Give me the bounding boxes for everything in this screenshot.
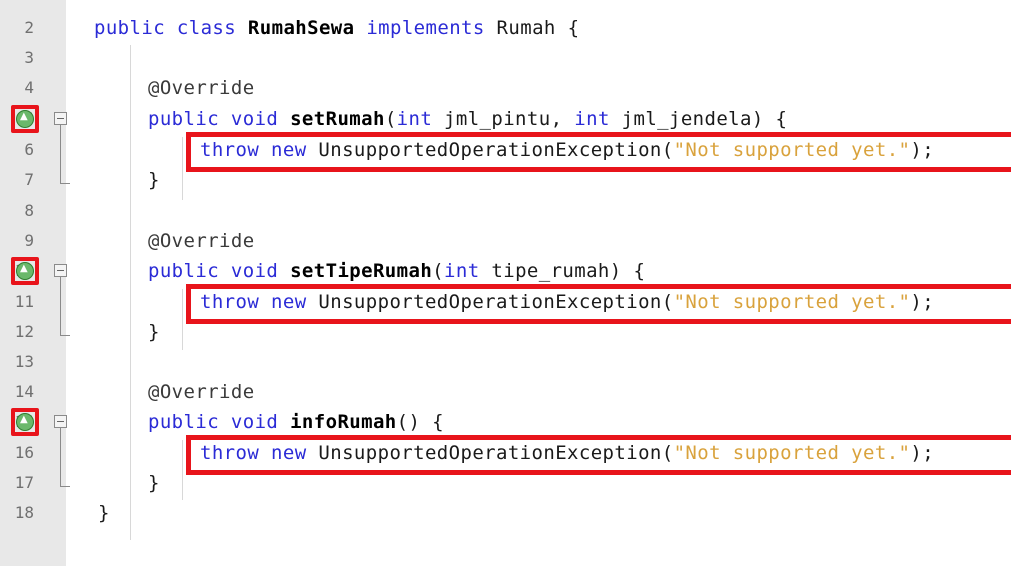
indent-guide (182, 440, 183, 500)
keyword-token: class (176, 17, 237, 39)
code-line[interactable]: 13 (0, 349, 1011, 379)
keyword-token: public (148, 108, 220, 130)
code-token: } (98, 502, 110, 524)
fold-toggle-icon[interactable] (54, 264, 67, 277)
keyword-token: public (148, 260, 220, 282)
line-number: 11 (14, 292, 34, 311)
code-line[interactable]: 2 public class RumahSewa implements Rumah… (0, 15, 1011, 45)
code-token: setRumah (278, 108, 385, 130)
line-number: 13 (14, 352, 34, 371)
indent-guide (130, 45, 131, 540)
code-token: jml_pintu, (432, 108, 575, 130)
line-number: 16 (14, 443, 34, 462)
line-number: 8 (24, 201, 34, 220)
code-token: } (148, 321, 160, 343)
code-token: infoRumah (278, 411, 397, 433)
line-number: 9 (24, 231, 34, 250)
keyword-token: int (574, 108, 610, 130)
code-highlight-box (186, 132, 1011, 172)
keyword-token: void (230, 411, 279, 433)
code-text: } (148, 169, 160, 191)
code-highlight-box (186, 284, 1011, 324)
keyword-token: void (230, 108, 279, 130)
keyword-token: int (444, 260, 480, 282)
code-text: } (148, 321, 160, 343)
code-line[interactable]: 4 @Override (0, 75, 1011, 105)
indent-guide (182, 137, 183, 200)
code-text: @Override (148, 381, 255, 403)
code-line[interactable]: 14 @Override (0, 379, 1011, 409)
fold-end-marker (60, 486, 70, 487)
indent-guide (182, 289, 183, 350)
fold-range-line (60, 277, 61, 335)
code-text: @Override (148, 230, 255, 252)
line-number: 12 (14, 322, 34, 341)
keyword-token: public (94, 17, 166, 39)
code-token: Rumah { (484, 17, 580, 39)
code-text: @Override (148, 77, 255, 99)
code-token: } (148, 472, 160, 494)
code-text: public void infoRumah() { (148, 411, 444, 433)
fold-toggle-icon[interactable] (54, 112, 67, 125)
code-text: public void setTipeRumah(int tipe_rumah)… (148, 260, 645, 282)
line-number: 7 (24, 170, 34, 189)
line-number: 2 (24, 18, 34, 37)
fold-range-line (60, 125, 61, 183)
code-token: setTipeRumah (278, 260, 433, 282)
code-text: public class RumahSewa implements Rumah … (94, 17, 579, 39)
line-number: 18 (14, 503, 34, 522)
code-token: () { (396, 411, 444, 433)
fold-end-marker (60, 335, 70, 336)
line-number: 14 (14, 382, 34, 401)
marker-highlight-box (11, 257, 39, 285)
code-line[interactable]: 3 (0, 45, 1011, 75)
marker-highlight-box (11, 105, 39, 133)
code-token: @Override (148, 381, 255, 403)
code-token: @Override (148, 230, 255, 252)
code-token: tipe_rumah) { (479, 260, 646, 282)
code-highlight-box (186, 435, 1011, 475)
code-token: @Override (148, 77, 255, 99)
code-line[interactable]: 9 @Override (0, 228, 1011, 258)
keyword-token: int (396, 108, 433, 130)
line-number: 4 (24, 78, 34, 97)
code-text: } (98, 502, 110, 524)
fold-end-marker (60, 183, 70, 184)
code-editor[interactable]: 2 public class RumahSewa implements Rumah… (0, 0, 1011, 566)
keyword-token: void (230, 260, 279, 282)
fold-range-line (60, 428, 61, 486)
line-number: 3 (24, 48, 34, 67)
code-line[interactable]: 18} (0, 500, 1011, 530)
code-line[interactable]: 8 (0, 198, 1011, 228)
keyword-token: implements (366, 17, 485, 39)
code-text: public void setRumah(int jml_pintu, int … (148, 108, 787, 130)
code-token: } (148, 169, 160, 191)
line-number: 17 (14, 473, 34, 492)
line-number: 6 (24, 140, 34, 159)
code-text: } (148, 472, 160, 494)
code-token: ( (432, 260, 445, 282)
code-token: RumahSewa (236, 17, 367, 39)
code-token: jml_jendela) { (609, 108, 788, 130)
keyword-token: public (148, 411, 220, 433)
code-token: ( (384, 108, 397, 130)
fold-toggle-icon[interactable] (54, 415, 67, 428)
marker-highlight-box (11, 408, 39, 436)
